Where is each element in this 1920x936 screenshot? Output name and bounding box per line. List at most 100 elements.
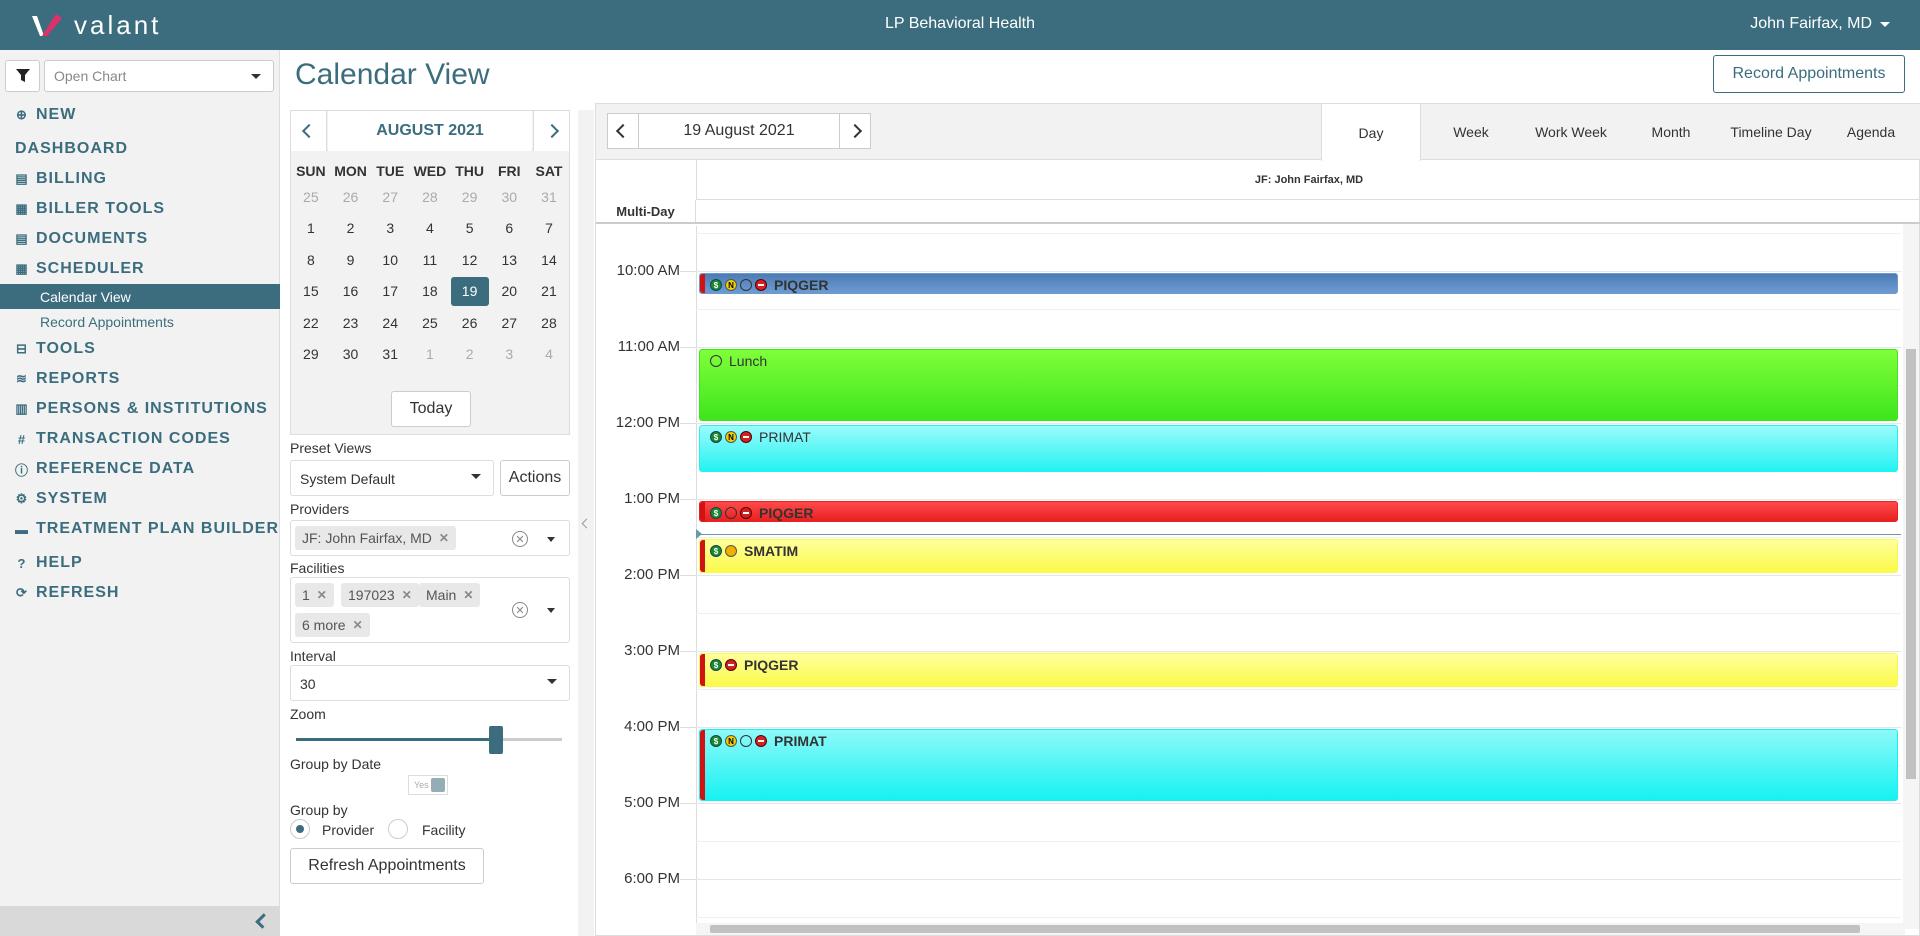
- calendar-day[interactable]: 31: [529, 189, 569, 205]
- view-tab-month[interactable]: Month: [1621, 104, 1721, 160]
- panel-splitter[interactable]: [578, 110, 594, 936]
- month-label[interactable]: AUGUST 2021: [328, 111, 532, 151]
- preset-views-select[interactable]: System Default: [290, 460, 494, 496]
- remove-tag-icon[interactable]: ✕: [439, 531, 449, 545]
- horizontal-scrollbar[interactable]: [696, 923, 1905, 935]
- calendar-day[interactable]: 3: [489, 346, 529, 362]
- previous-month-button[interactable]: [291, 111, 327, 151]
- calendar-day[interactable]: 1: [410, 346, 450, 362]
- sidebar-item-transaction-codes[interactable]: # TRANSACTION CODES: [0, 424, 280, 454]
- scrollbar-thumb[interactable]: [710, 925, 1860, 933]
- calendar-day[interactable]: 25: [410, 315, 450, 331]
- calendar-day[interactable]: 6: [489, 220, 529, 236]
- calendar-day[interactable]: 18: [410, 283, 450, 299]
- calendar-day[interactable]: 21: [529, 283, 569, 299]
- today-button[interactable]: Today: [391, 391, 471, 427]
- calendar-day[interactable]: 16: [331, 283, 371, 299]
- calendar-day[interactable]: 20: [489, 283, 529, 299]
- user-menu[interactable]: John Fairfax, MD: [1750, 15, 1890, 33]
- group-by-date-toggle[interactable]: Yes: [408, 775, 448, 795]
- calendar-day[interactable]: 7: [529, 220, 569, 236]
- sidebar-item-biller-tools[interactable]: ▦ BILLER TOOLS: [0, 194, 280, 224]
- sidebar-item-help[interactable]: ? HELP: [0, 548, 280, 578]
- sidebar-item-refresh[interactable]: ⟳ REFRESH: [0, 578, 280, 608]
- actions-button[interactable]: Actions: [500, 460, 570, 496]
- day-grid[interactable]: 10:00 AM 11:00 AM 12:00 PM 1:00 PM 2:00 PM 3:…: [596, 226, 1920, 929]
- calendar-day[interactable]: 8: [291, 252, 331, 268]
- appointment-block[interactable]: $ PIQGER: [699, 653, 1898, 687]
- next-day-button[interactable]: [839, 113, 871, 149]
- record-appointments-button[interactable]: Record Appointments: [1713, 55, 1905, 93]
- calendar-day[interactable]: 26: [450, 315, 490, 331]
- calendar-day[interactable]: 28: [410, 189, 450, 205]
- calendar-day[interactable]: 12: [450, 252, 490, 268]
- calendar-day[interactable]: 1: [291, 220, 331, 236]
- caret-down-icon[interactable]: [547, 537, 555, 542]
- calendar-day[interactable]: 27: [370, 189, 410, 205]
- zoom-slider[interactable]: [296, 726, 562, 754]
- remove-tag-icon[interactable]: ✕: [317, 588, 327, 602]
- filter-button[interactable]: [5, 60, 40, 92]
- calendar-day[interactable]: 31: [370, 346, 410, 362]
- remove-tag-icon[interactable]: ✕: [353, 618, 363, 632]
- sidebar-item-dashboard[interactable]: DASHBOARD: [0, 134, 280, 164]
- calendar-day[interactable]: 5: [450, 220, 490, 236]
- calendar-day[interactable]: 4: [529, 346, 569, 362]
- current-date-button[interactable]: 19 August 2021: [639, 113, 839, 149]
- next-month-button[interactable]: [533, 111, 569, 151]
- calendar-day[interactable]: 29: [291, 346, 331, 362]
- scrollbar-thumb[interactable]: [1906, 349, 1916, 779]
- calendar-day[interactable]: 17: [370, 283, 410, 299]
- group-by-provider-radio[interactable]: [290, 819, 310, 839]
- sidebar-item-persons-institutions[interactable]: ▥ PERSONS & INSTITUTIONS: [0, 394, 280, 424]
- appointment-block[interactable]: $ N PIQGER: [699, 273, 1898, 295]
- sidebar-item-reports[interactable]: ≋ REPORTS: [0, 364, 280, 394]
- remove-tag-icon[interactable]: ✕: [463, 588, 473, 602]
- calendar-day[interactable]: 3: [370, 220, 410, 236]
- refresh-appointments-button[interactable]: Refresh Appointments: [290, 848, 484, 884]
- calendar-day[interactable]: 28: [529, 315, 569, 331]
- sidebar-item-documents[interactable]: ▤ DOCUMENTS: [0, 224, 280, 254]
- sidebar-item-billing[interactable]: ▤ BILLING: [0, 164, 280, 194]
- view-tab-timeline-day[interactable]: Timeline Day: [1721, 104, 1821, 160]
- calendar-day[interactable]: 4: [410, 220, 450, 236]
- appointment-block[interactable]: $ SMATIM: [699, 539, 1898, 573]
- calendar-day[interactable]: 13: [489, 252, 529, 268]
- calendar-day[interactable]: 25: [291, 189, 331, 205]
- calendar-day[interactable]: 11: [410, 252, 450, 268]
- appointment-block[interactable]: $ N PRIMAT: [699, 729, 1898, 801]
- calendar-day[interactable]: 26: [331, 189, 371, 205]
- previous-day-button[interactable]: [607, 113, 639, 149]
- calendar-day[interactable]: 10: [370, 252, 410, 268]
- group-by-facility-radio[interactable]: [388, 819, 408, 839]
- remove-tag-icon[interactable]: ✕: [402, 588, 412, 602]
- sidebar-item-calendar-view[interactable]: Calendar View: [0, 284, 280, 309]
- appointment-block[interactable]: Lunch: [699, 349, 1898, 421]
- sidebar-item-scheduler[interactable]: ▦ SCHEDULER: [0, 254, 280, 284]
- calendar-day[interactable]: 30: [489, 189, 529, 205]
- caret-down-icon[interactable]: [547, 608, 555, 613]
- appointment-block[interactable]: $ N PRIMAT: [699, 425, 1898, 472]
- clear-selection-icon[interactable]: ✕: [512, 602, 528, 618]
- sidebar-item-record-appointments[interactable]: Record Appointments: [0, 309, 280, 334]
- sidebar-item-system[interactable]: ⚙ SYSTEM: [0, 484, 280, 514]
- view-tab-week[interactable]: Week: [1421, 104, 1521, 160]
- calendar-day[interactable]: 9: [331, 252, 371, 268]
- calendar-day[interactable]: 29: [450, 189, 490, 205]
- zoom-slider-handle[interactable]: [488, 726, 503, 754]
- sidebar-item-treatment-plan-builder[interactable]: ▬ TREATMENT PLAN BUILDER: [0, 514, 280, 544]
- providers-multiselect[interactable]: JF: John Fairfax, MD ✕ ✕: [290, 520, 570, 556]
- calendar-day[interactable]: 2: [450, 346, 490, 362]
- view-tab-work-week[interactable]: Work Week: [1521, 104, 1621, 160]
- facilities-multiselect[interactable]: 1 ✕ 197023 ✕ Main ✕ 6 more ✕ ✕: [290, 577, 570, 643]
- selected-day[interactable]: 19: [450, 276, 490, 306]
- vertical-scrollbar[interactable]: [1903, 224, 1919, 929]
- sidebar-item-reference-data[interactable]: ⓘ REFERENCE DATA: [0, 454, 280, 484]
- calendar-day[interactable]: 27: [489, 315, 529, 331]
- clear-selection-icon[interactable]: ✕: [512, 531, 528, 547]
- calendar-day[interactable]: 24: [370, 315, 410, 331]
- appointment-block[interactable]: $ PIQGER: [699, 501, 1898, 523]
- sidebar-item-new[interactable]: ⊕ NEW: [0, 100, 280, 130]
- calendar-day[interactable]: 30: [331, 346, 371, 362]
- view-tab-agenda[interactable]: Agenda: [1821, 104, 1920, 160]
